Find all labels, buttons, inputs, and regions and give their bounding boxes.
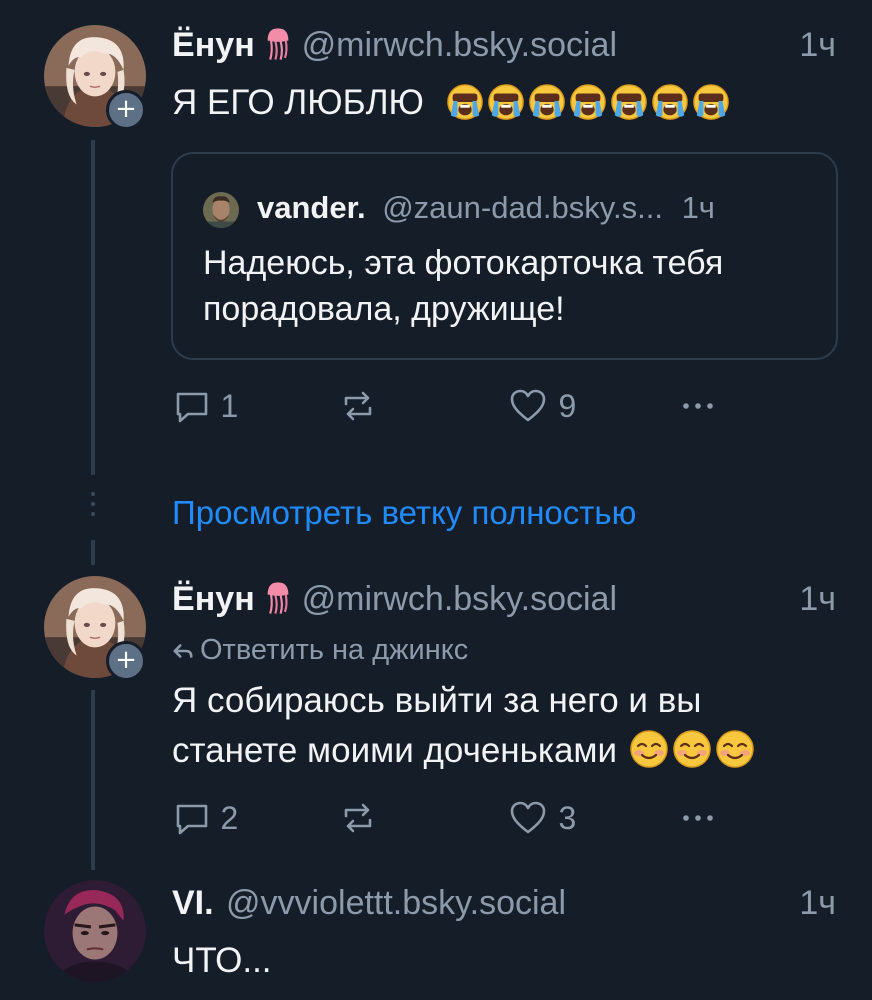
quote-author-handle: @zaun-dad.bsky.s... [382, 190, 663, 225]
quote-text-line: порадовала, дружище! [203, 290, 565, 328]
like-button[interactable]: 9 [508, 386, 576, 426]
quote-header: vander. @zaun-dad.bsky.s... 1ч [257, 190, 715, 226]
more-icon [683, 815, 713, 821]
reply-arrow-icon [173, 644, 193, 658]
reply-icon [176, 804, 208, 835]
like-count: 9 [558, 388, 577, 424]
author-name[interactable]: Ёнун [172, 26, 255, 64]
follow-plus-button[interactable]: + [106, 90, 146, 130]
more-options-button[interactable] [678, 386, 718, 431]
quote-text: Надеюсь, эта фотокарточка тебя порадовал… [203, 240, 723, 332]
repost-icon [344, 803, 372, 833]
author-handle[interactable]: @mirwch.bsky.social [302, 26, 617, 64]
reply-count: 2 [220, 800, 239, 836]
reply-icon [176, 392, 208, 423]
smiling-emojis [629, 729, 758, 770]
reply-to-line[interactable]: Ответить на джинкс [172, 634, 468, 667]
reply-count: 1 [220, 388, 239, 424]
crying-face-icon [651, 84, 688, 120]
post-header: VI. @vvviolettt.bsky.social [172, 884, 566, 923]
post-text-line-2: станете моими доченьками [172, 726, 758, 776]
heart-icon [510, 801, 546, 834]
post-text: Я ЕГО ЛЮБЛЮ [172, 78, 733, 128]
thread-line [91, 690, 95, 870]
follow-plus-button[interactable]: + [106, 641, 146, 681]
jellyfish-icon [266, 581, 290, 615]
post-text: Я собираюсь выйти за него и вы станете м… [172, 676, 758, 776]
reply-to-text: Ответить на джинкс [200, 634, 469, 666]
thread-line [91, 540, 95, 565]
post-time[interactable]: 1ч [799, 884, 836, 923]
crying-emojis [446, 83, 733, 122]
crying-face-icon [446, 84, 483, 120]
smiling-face-icon [672, 729, 712, 769]
heart-icon [510, 389, 546, 422]
crying-face-icon [692, 84, 729, 120]
thread-line [91, 140, 95, 475]
quote-text-line: Надеюсь, эта фотокарточка тебя [203, 244, 724, 282]
reply-button[interactable]: 2 [172, 798, 238, 838]
crying-face-icon [487, 84, 524, 120]
author-handle[interactable]: @mirwch.bsky.social [302, 580, 617, 618]
post-time[interactable]: 1ч [799, 26, 836, 65]
author-name[interactable]: Ёнун [172, 580, 255, 618]
post-header: Ёнун @mirwch.bsky.social [172, 580, 617, 619]
quote-avatar[interactable] [203, 192, 239, 228]
repost-button[interactable] [338, 386, 378, 431]
avatar[interactable] [44, 880, 146, 982]
post-text-content: Я ЕГО ЛЮБЛЮ [172, 83, 424, 122]
like-button[interactable]: 3 [508, 798, 576, 838]
quoted-post-card[interactable]: vander. @zaun-dad.bsky.s... 1ч Надеюсь, … [171, 152, 838, 360]
post-header: Ёнун @mirwch.bsky.social [172, 26, 617, 65]
crying-face-icon [569, 84, 606, 120]
reply-button[interactable]: 1 [172, 386, 238, 426]
smiling-face-icon [715, 729, 755, 769]
smiling-face-icon [629, 729, 669, 769]
jellyfish-icon [266, 27, 290, 61]
quote-time: 1ч [681, 190, 715, 225]
author-name[interactable]: VI. [172, 884, 214, 922]
repost-button[interactable] [338, 798, 378, 843]
quote-author-name: vander. [257, 190, 366, 225]
thread-dots [87, 492, 95, 522]
view-full-thread-link[interactable]: Просмотреть ветку полностью [172, 494, 636, 532]
avatar-image [203, 192, 239, 228]
more-options-button[interactable] [678, 798, 718, 843]
post-time[interactable]: 1ч [799, 580, 836, 619]
author-handle[interactable]: @vvviolettt.bsky.social [226, 884, 566, 922]
post-text-line: Я собираюсь выйти за него и вы [172, 681, 702, 720]
repost-icon [344, 391, 372, 421]
avatar-image [44, 880, 146, 982]
crying-face-icon [610, 84, 647, 120]
more-icon [683, 403, 713, 409]
crying-face-icon [528, 84, 565, 120]
like-count: 3 [558, 800, 577, 836]
post-text-line: станете моими доченьками [172, 731, 618, 770]
post-text: ЧТО... [172, 941, 272, 980]
